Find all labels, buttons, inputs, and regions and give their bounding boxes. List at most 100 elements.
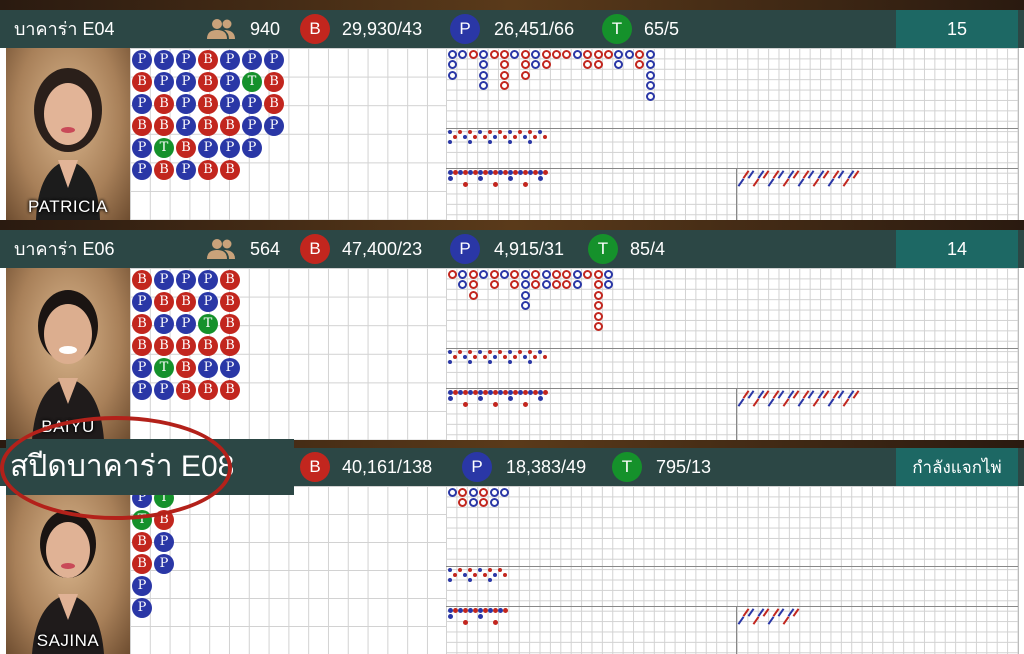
bead-road-grid[interactable] (130, 48, 447, 220)
tie-badge: T (602, 14, 632, 44)
bead-road-grid[interactable] (130, 268, 447, 440)
bead-result: B (198, 380, 218, 400)
road-dot (463, 355, 467, 359)
road-dot (478, 130, 482, 134)
bead-result: P (132, 160, 152, 180)
big-road-mark (520, 70, 530, 80)
road-dot (448, 360, 452, 364)
road-dot (453, 355, 457, 359)
table-card-e06[interactable]: บาคาร่า E06 564 B 47,400/23 P 4,915/31 T… (0, 230, 1024, 440)
bead-result: B (132, 532, 152, 552)
road-dot (448, 176, 453, 181)
dealer-name: PATRICIA (28, 197, 108, 216)
road-divider (736, 606, 737, 654)
players-count: 940 (250, 19, 281, 39)
big-road-mark (541, 50, 551, 59)
big-road-mark (593, 280, 603, 290)
bead-result: T (198, 314, 218, 334)
bead-result: B (132, 554, 152, 574)
big-road-mark (520, 270, 530, 279)
road-dot (463, 620, 468, 625)
road-dot (478, 396, 483, 401)
bead-result: P (264, 116, 284, 136)
bead-result: B (198, 72, 218, 92)
bead-result: B (176, 292, 196, 312)
road-dot (458, 350, 462, 354)
big-road-mark (500, 70, 509, 80)
big-road-mark (500, 270, 509, 279)
big-road-grid[interactable] (446, 486, 1019, 654)
road-dot (513, 355, 517, 359)
big-road-grid[interactable] (446, 268, 1019, 440)
bead-result: P (154, 50, 174, 70)
road-dot (503, 608, 508, 613)
road-dot (523, 355, 527, 359)
bead-result: B (176, 336, 196, 356)
road-dot (528, 350, 532, 354)
bead-result: P (198, 358, 218, 378)
road-divider (446, 128, 1018, 129)
bead-result: B (154, 116, 174, 136)
tie-badge: T (588, 234, 618, 264)
road-dot (448, 130, 452, 134)
bead-result: B (132, 270, 152, 290)
road-dot (498, 130, 502, 134)
bead-result: B (264, 72, 284, 92)
bead-result: P (154, 532, 174, 552)
bead-result: P (220, 358, 240, 378)
banker-badge: B (300, 14, 330, 44)
dealer-photo: BAIYU (6, 268, 130, 440)
bead-result: T (154, 358, 174, 378)
bead-result: P (220, 72, 240, 92)
road-dot (528, 140, 532, 144)
road-divider (446, 168, 1018, 169)
player-stat: 4,915/31 (494, 239, 565, 259)
bead-result: B (132, 72, 152, 92)
road-dot (518, 130, 522, 134)
bead-result: T (154, 138, 174, 158)
road-dot (503, 135, 507, 139)
bead-result: P (132, 358, 152, 378)
tie-stat: 85/4 (630, 239, 666, 259)
bead-result: P (198, 270, 218, 290)
bead-result: P (176, 314, 196, 334)
highlight-oval (0, 416, 232, 520)
road-dot (508, 176, 513, 181)
big-road-mark (593, 311, 603, 321)
bead-result: B (220, 380, 240, 400)
big-road-grid[interactable] (446, 48, 1019, 220)
big-road-mark (520, 290, 530, 300)
road-dot (468, 578, 472, 582)
big-road-mark (520, 301, 530, 311)
road-dot (463, 182, 468, 187)
road-dot (543, 390, 548, 395)
tie-stat: 65/5 (644, 19, 680, 39)
table-card-e04[interactable]: บาคาร่า E04 940 B 29,930/43 P 26,451/66 … (0, 10, 1024, 220)
bead-result: P (154, 380, 174, 400)
bead-result: P (132, 50, 152, 70)
road-dot (488, 130, 492, 134)
big-road-mark (593, 301, 603, 311)
road-area: PATRICIA PBPBPPPPBBTBPPPPBPBBBBPBPPPBPBP… (0, 48, 1024, 220)
road-dot (458, 568, 462, 572)
big-road-mark (448, 50, 457, 59)
banker-badge: B (300, 234, 330, 264)
road-dot (508, 360, 512, 364)
big-road-mark (645, 50, 655, 59)
road-dot (488, 578, 492, 582)
road-dot (538, 396, 543, 401)
road-dot (458, 130, 462, 134)
players-count: 564 (250, 239, 281, 259)
bead-result: P (132, 292, 152, 312)
road-dot (498, 568, 502, 572)
road-dot (453, 573, 457, 577)
big-road-mark (604, 50, 613, 59)
road-dot (448, 140, 452, 144)
big-road-mark (552, 270, 561, 279)
dealer-name: SAJINA (36, 631, 100, 650)
bead-result: B (132, 336, 152, 356)
road-dot (468, 568, 472, 572)
road-dot (503, 573, 507, 577)
road-dot (478, 614, 483, 619)
road-dot (468, 130, 472, 134)
